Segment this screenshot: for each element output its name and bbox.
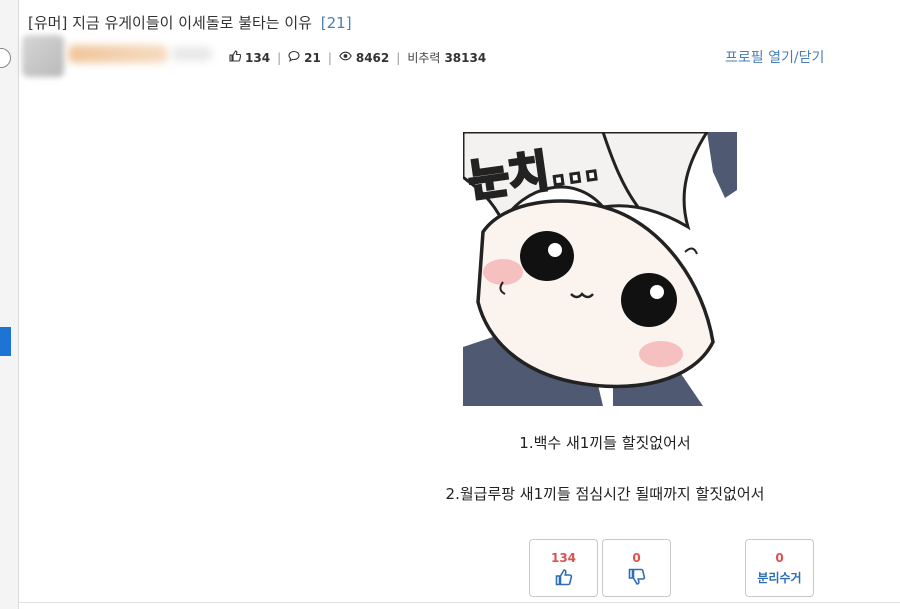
divider xyxy=(18,602,900,603)
downvote-count: 0 xyxy=(632,551,641,565)
upvote-button[interactable]: 134 xyxy=(529,539,598,597)
profile-toggle-link[interactable]: 프로필 열기/닫기 xyxy=(725,47,824,67)
thumbs-up-icon xyxy=(229,50,242,65)
ratio-value: 38134 xyxy=(444,50,487,65)
thumbs-down-icon xyxy=(603,568,670,590)
post-stats: 134 | 21 | 8462 | 비추력 38134 xyxy=(229,49,486,66)
report-count: 0 xyxy=(775,551,784,565)
post-body-line-1: 1.백수 새1끼들 할짓없어서 xyxy=(519,434,691,452)
divider: | xyxy=(277,50,282,65)
divider: | xyxy=(327,50,332,65)
post-image: 눈치... xyxy=(461,130,737,406)
like-count: 134 xyxy=(245,50,271,65)
sidebar-active-marker[interactable] xyxy=(0,327,11,356)
post-title-text: 지금 유게이들이 이세돌로 불타는 이유 xyxy=(72,14,312,32)
post-title: [유머] 지금 유게이들이 이세돌로 불타는 이유 [21] xyxy=(28,12,352,33)
eye-icon xyxy=(339,50,352,65)
post-body-line-2: 2.월급루팡 새1끼들 점심시간 될때까지 할짓없어서 xyxy=(445,485,765,503)
avatar xyxy=(22,35,64,77)
upvote-count: 134 xyxy=(550,551,577,565)
author-info-blurred xyxy=(22,33,212,79)
post-category: [유머] xyxy=(28,14,68,32)
view-count: 8462 xyxy=(355,50,390,65)
left-sidebar-edge xyxy=(0,0,19,609)
thumbs-up-icon xyxy=(530,568,597,590)
report-label: 분리수거 xyxy=(757,571,802,585)
speech-bubble-icon xyxy=(288,50,300,65)
comment-count-link[interactable]: [21] xyxy=(321,14,352,32)
downvote-button[interactable]: 0 xyxy=(602,539,671,597)
ratio-label: 비추력 xyxy=(407,51,441,65)
comment-count: 21 xyxy=(304,50,321,65)
recycle-report-button[interactable]: 0 분리수거 xyxy=(745,539,814,597)
divider: | xyxy=(396,50,401,65)
author-nickname xyxy=(68,45,168,63)
author-level xyxy=(172,47,212,61)
